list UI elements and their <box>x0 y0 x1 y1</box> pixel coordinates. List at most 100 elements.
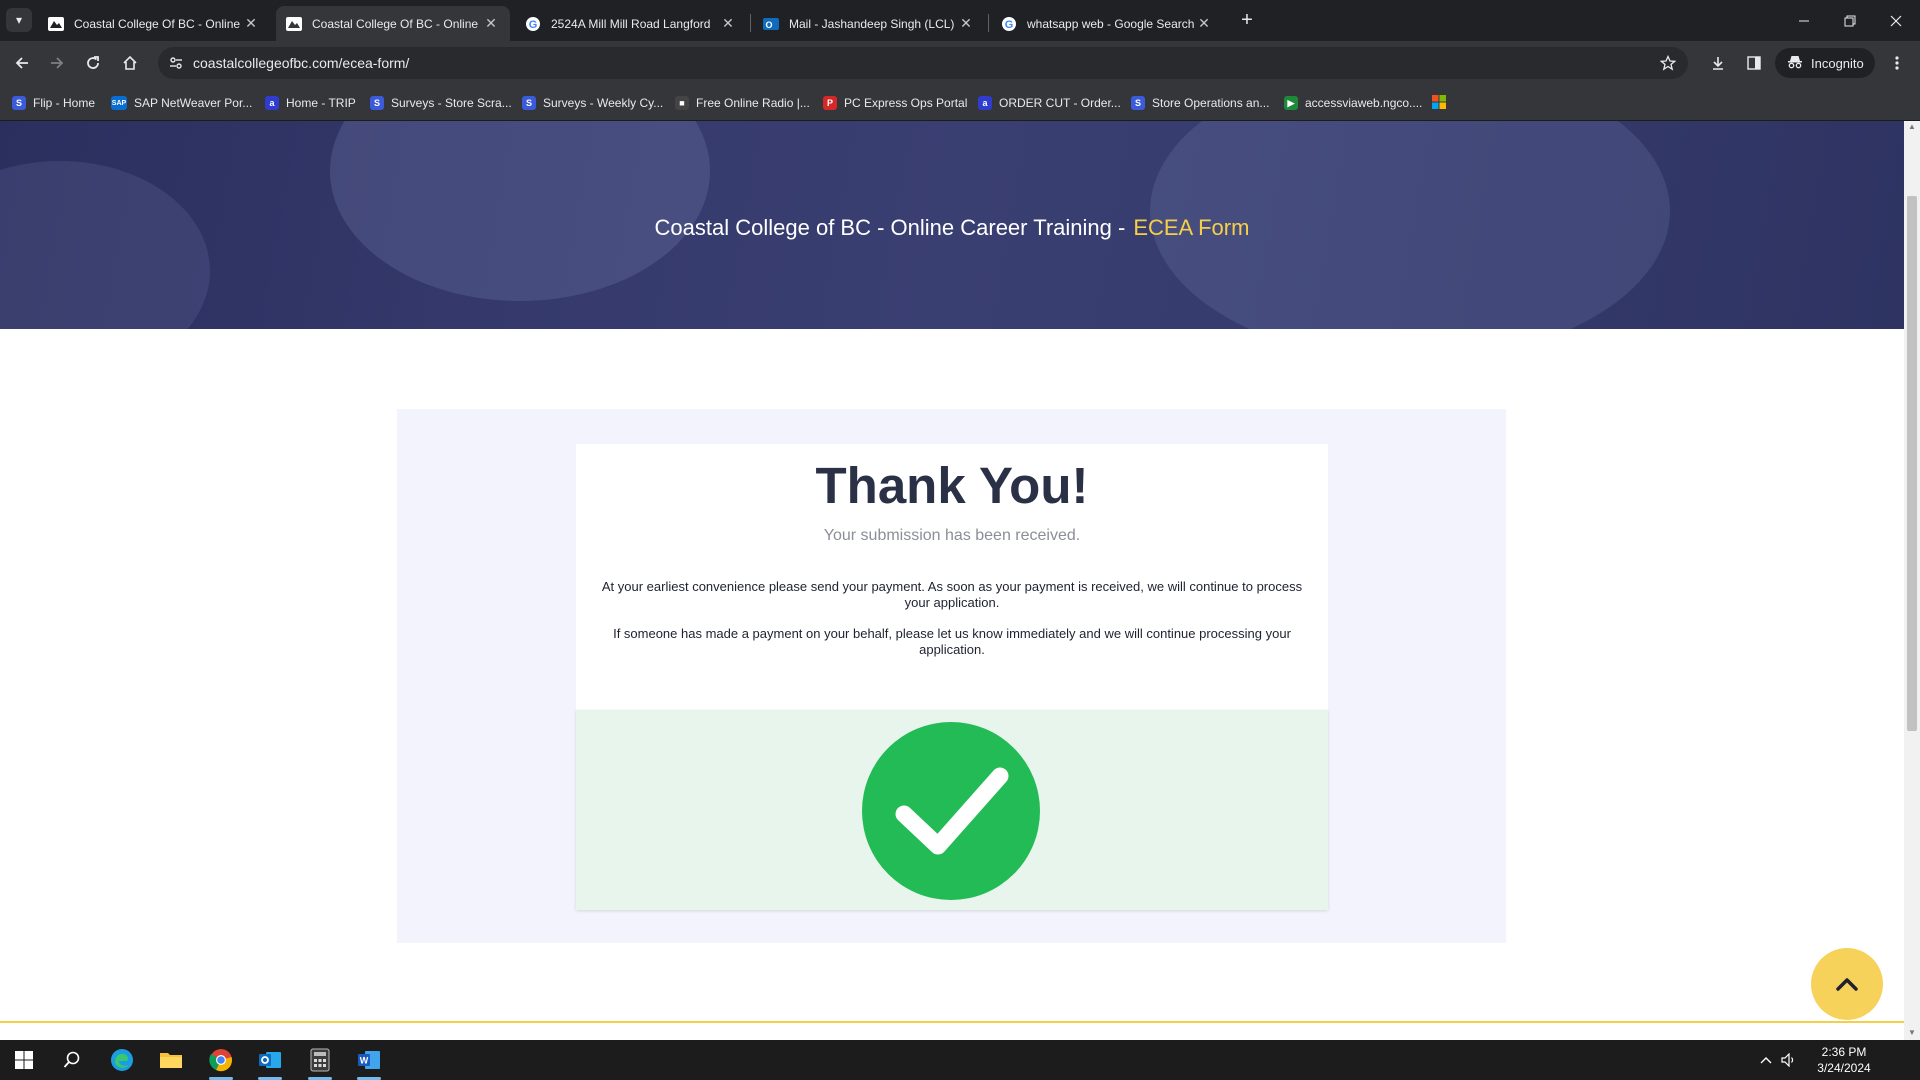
url-text[interactable]: coastalcollegeofbc.com/ecea-form/ <box>193 55 409 71</box>
svg-text:G: G <box>1005 19 1014 31</box>
radio-favicon-icon: ■ <box>675 96 689 110</box>
hero-background-shape <box>330 121 710 301</box>
bookmark-item[interactable]: ■ Free Online Radio |... <box>675 94 810 112</box>
forward-button[interactable] <box>42 48 72 78</box>
bookmark-label: Flip - Home <box>33 96 96 110</box>
close-tab-icon[interactable]: ✕ <box>242 15 260 32</box>
taskbar-search-button[interactable] <box>48 1040 96 1080</box>
restore-button[interactable] <box>1827 0 1873 41</box>
scroll-to-top-button[interactable] <box>1811 948 1883 1020</box>
bookmark-item[interactable]: S Store Operations an... <box>1131 94 1269 112</box>
bookmark-item[interactable]: S Surveys - Store Scra... <box>370 94 512 112</box>
minimize-icon <box>1799 20 1809 21</box>
calculator-icon <box>310 1048 330 1072</box>
arrow-right-icon <box>51 57 64 69</box>
site-info-icon[interactable] <box>166 53 186 73</box>
mountain-icon <box>48 16 64 32</box>
bookmark-label: accessviaweb.ngco.... <box>1305 96 1423 110</box>
bookmark-item[interactable]: S Flip - Home <box>12 94 95 112</box>
chevron-down-icon: ▾ <box>15 13 23 27</box>
close-tab-icon[interactable]: ✕ <box>1195 15 1213 32</box>
mountain-icon <box>286 16 302 32</box>
home-button[interactable] <box>115 48 145 78</box>
close-tab-icon[interactable]: ✕ <box>957 15 975 32</box>
bookmark-item[interactable]: S Surveys - Weekly Cy... <box>522 94 663 112</box>
reload-button[interactable] <box>78 48 108 78</box>
thank-you-card: Thank You! Your submission has been rece… <box>576 444 1328 710</box>
new-tab-button[interactable]: + <box>1233 8 1261 32</box>
address-bar[interactable]: coastalcollegeofbc.com/ecea-form/ <box>158 47 1688 79</box>
page-title-highlight: ECEA Form <box>1133 215 1250 240</box>
bookmark-item[interactable] <box>1432 94 1446 112</box>
bookmark-label: PC Express Ops Portal <box>844 96 968 110</box>
payment-behalf-message: If someone has made a payment on your be… <box>613 626 1291 657</box>
close-window-button[interactable] <box>1873 0 1919 41</box>
success-panel <box>576 710 1328 910</box>
tab-separator <box>750 14 751 32</box>
svg-text:G: G <box>529 19 538 31</box>
bookmark-label: Home - TRIP <box>286 96 356 110</box>
outlook-icon <box>259 1052 281 1068</box>
footer-divider <box>0 1021 1904 1023</box>
bookmark-label: SAP NetWeaver Por... <box>134 96 253 110</box>
taskbar-word[interactable]: W <box>345 1040 393 1080</box>
download-icon[interactable] <box>1707 52 1729 74</box>
scroll-up-arrow-icon[interactable]: ▲ <box>1908 123 1916 131</box>
back-button[interactable] <box>7 48 37 78</box>
page-scrollbar[interactable]: ▲ ▼ <box>1904 121 1920 1040</box>
home-icon <box>123 55 137 70</box>
reload-icon <box>87 56 99 69</box>
incognito-icon <box>1787 55 1803 72</box>
minimize-button[interactable] <box>1781 0 1827 41</box>
bookmark-item[interactable]: SAP SAP NetWeaver Por... <box>111 94 252 112</box>
word-icon: W <box>358 1051 380 1069</box>
show-hidden-icons-button[interactable] <box>1756 1040 1776 1080</box>
taskbar-outlook[interactable] <box>246 1040 294 1080</box>
taskbar-file-explorer[interactable] <box>147 1040 195 1080</box>
surveys-favicon-icon: S <box>12 96 26 110</box>
start-button[interactable] <box>0 1040 48 1080</box>
taskbar-calculator[interactable] <box>296 1040 344 1080</box>
bookmark-label: Surveys - Store Scra... <box>391 96 512 110</box>
tab-title: whatsapp web - Google Search <box>1027 16 1195 31</box>
edge-icon <box>111 1049 133 1071</box>
more-menu-icon[interactable] <box>1886 52 1908 74</box>
browser-toolbar: coastalcollegeofbc.com/ecea-form/ Incogn… <box>0 41 1920 85</box>
bookmark-item[interactable]: ▶ accessviaweb.ngco.... <box>1284 94 1422 112</box>
bookmark-star-icon[interactable] <box>1658 53 1678 73</box>
search-icon <box>63 1051 80 1068</box>
hero-banner: Coastal College of BC - Online Career Tr… <box>0 121 1904 329</box>
browser-tab-active[interactable]: Coastal College Of BC - Online ✕ <box>276 6 510 41</box>
close-tab-icon[interactable]: ✕ <box>719 15 737 32</box>
pc-express-icon: P <box>823 96 837 110</box>
clock-time: 2:36 PM <box>1821 1045 1867 1059</box>
bookmark-item[interactable]: P PC Express Ops Portal <box>823 94 967 112</box>
tab-title: Mail - Jashandeep Singh (LCL) - <box>789 16 957 31</box>
surveys-favicon-icon: S <box>522 96 536 110</box>
taskbar-clock[interactable]: 2:36 PM 3/24/2024 <box>1796 1044 1892 1076</box>
browser-tab[interactable]: Coastal College Of BC - Online ✕ <box>38 6 270 41</box>
scrollbar-thumb[interactable] <box>1907 196 1917 731</box>
confirmation-section: Thank You! Your submission has been rece… <box>397 409 1506 943</box>
a-favicon-icon: a <box>265 96 279 110</box>
incognito-label: Incognito <box>1811 55 1864 71</box>
close-icon <box>1890 15 1902 26</box>
close-tab-icon[interactable]: ✕ <box>482 15 500 32</box>
microsoft-apps-icon <box>1432 94 1446 112</box>
browser-tab[interactable]: O Mail - Jashandeep Singh (LCL) - ✕ <box>753 6 985 41</box>
browser-tab[interactable]: G whatsapp web - Google Search ✕ <box>991 6 1223 41</box>
surveys-favicon-icon: S <box>1131 96 1145 110</box>
submission-received-text: Your submission has been received. <box>823 527 1081 544</box>
incognito-indicator[interactable]: Incognito <box>1775 48 1875 78</box>
side-panel-icon[interactable] <box>1743 52 1765 74</box>
taskbar-chrome[interactable] <box>197 1040 245 1080</box>
scroll-down-arrow-icon[interactable]: ▼ <box>1908 1029 1916 1037</box>
tab-search-button[interactable]: ▾ <box>6 8 32 32</box>
bookmark-item[interactable]: a Home - TRIP <box>265 94 356 112</box>
google-icon: G <box>1001 16 1017 32</box>
browser-tab[interactable]: G 2524A Mill Mill Road Langford ✕ <box>515 6 747 41</box>
taskbar-edge[interactable] <box>98 1040 146 1080</box>
bookmark-item[interactable]: a ORDER CUT - Order... <box>978 94 1121 112</box>
a-favicon-icon: a <box>978 96 992 110</box>
outlook-icon: O <box>763 16 779 32</box>
